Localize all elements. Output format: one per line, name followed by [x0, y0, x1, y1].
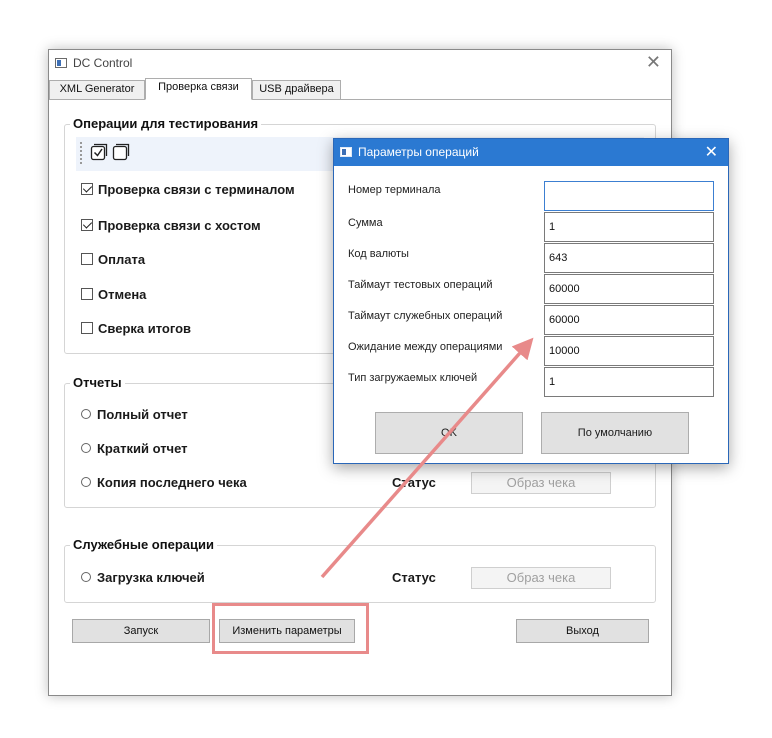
service-receipt-image-button[interactable]: Образ чека: [471, 567, 611, 589]
tab-bar: XML Generator Проверка связи USB драйвер…: [49, 78, 671, 100]
radio-key-loading[interactable]: Загрузка ключей: [81, 570, 205, 585]
uncheck-all-icon[interactable]: [112, 143, 130, 161]
service-group-title: Служебные операции: [70, 537, 217, 552]
service-timeout-input[interactable]: 60000: [544, 305, 714, 335]
radio-icon[interactable]: [81, 477, 91, 487]
tab-connection-check[interactable]: Проверка связи: [145, 78, 252, 100]
checkbox-checked-icon[interactable]: [81, 183, 93, 195]
param-label-test-timeout: Таймаут тестовых операций: [348, 279, 493, 291]
checkbox-label: Сверка итогов: [98, 321, 192, 336]
checkbox-payment[interactable]: Оплата: [81, 252, 145, 267]
test-timeout-input[interactable]: 60000: [544, 274, 714, 304]
tab-xml-generator[interactable]: XML Generator: [49, 80, 145, 99]
reports-status-label: Статус: [392, 475, 436, 490]
check-all-icon[interactable]: [90, 143, 108, 161]
checkbox-unchecked-icon[interactable]: [81, 253, 93, 265]
param-label-terminal: Номер терминала: [348, 184, 441, 196]
dialog-title: Параметры операций: [358, 145, 479, 159]
exit-button[interactable]: Выход: [516, 619, 649, 643]
window-title: DC Control: [73, 56, 133, 70]
param-label-delay: Ожидание между операциями: [348, 341, 503, 353]
reports-receipt-image-button[interactable]: Образ чека: [471, 472, 611, 494]
param-label-currency: Код валюты: [348, 248, 409, 260]
checkbox-label: Проверка связи с терминалом: [98, 182, 295, 197]
param-label-amount: Сумма: [348, 217, 383, 229]
radio-short-report[interactable]: Краткий отчет: [81, 441, 188, 456]
checkbox-cancel[interactable]: Отмена: [81, 287, 146, 302]
checkbox-unchecked-icon[interactable]: [81, 322, 93, 334]
tab-usb-drivers[interactable]: USB драйвера: [252, 80, 341, 99]
radio-last-receipt-copy[interactable]: Копия последнего чека: [81, 475, 247, 490]
radio-full-report[interactable]: Полный отчет: [81, 407, 188, 422]
checkbox-host-check[interactable]: Проверка связи с хостом: [81, 218, 261, 233]
radio-label: Загрузка ключей: [97, 570, 205, 585]
dialog-close-icon[interactable]: ✕: [705, 142, 718, 162]
amount-input[interactable]: 1: [544, 212, 714, 242]
toolbar-grip[interactable]: [80, 142, 82, 166]
checkbox-reconciliation[interactable]: Сверка итогов: [81, 321, 191, 336]
dialog-title-bar: Параметры операций ✕: [334, 139, 728, 166]
dialog-app-icon: [340, 147, 352, 157]
currency-code-input[interactable]: 643: [544, 243, 714, 273]
terminal-number-input[interactable]: [544, 181, 714, 211]
checkbox-label: Проверка связи с хостом: [98, 218, 261, 233]
key-type-input[interactable]: 1: [544, 367, 714, 397]
radio-icon[interactable]: [81, 409, 91, 419]
service-status-label: Статус: [392, 570, 436, 585]
title-bar: DC Control ✕: [49, 50, 671, 78]
checkbox-unchecked-icon[interactable]: [81, 288, 93, 300]
close-icon[interactable]: ✕: [646, 52, 661, 72]
param-label-service-timeout: Таймаут служебных операций: [348, 310, 503, 322]
ok-button[interactable]: OK: [375, 412, 523, 454]
default-button[interactable]: По умолчанию: [541, 412, 689, 454]
radio-label: Копия последнего чека: [97, 475, 247, 490]
radio-label: Краткий отчет: [97, 441, 188, 456]
radio-icon[interactable]: [81, 572, 91, 582]
reports-group-title: Отчеты: [70, 375, 125, 390]
app-icon: [55, 58, 67, 68]
checkbox-terminal-check[interactable]: Проверка связи с терминалом: [81, 182, 295, 197]
checkbox-label: Оплата: [98, 252, 146, 267]
operations-group-title: Операции для тестирования: [70, 116, 262, 131]
service-group: Служебные операции Загрузка ключей Стату…: [64, 537, 656, 603]
checkbox-checked-icon[interactable]: [81, 219, 93, 231]
param-label-key-type: Тип загружаемых ключей: [348, 372, 478, 384]
run-button[interactable]: Запуск: [72, 619, 210, 643]
radio-label: Полный отчет: [97, 407, 188, 422]
radio-icon[interactable]: [81, 443, 91, 453]
delay-between-ops-input[interactable]: 10000: [544, 336, 714, 366]
operation-params-dialog: Параметры операций ✕ Номер терминала Сум…: [333, 138, 729, 464]
annotation-highlight-box: [212, 603, 369, 654]
checkbox-label: Отмена: [98, 287, 147, 302]
